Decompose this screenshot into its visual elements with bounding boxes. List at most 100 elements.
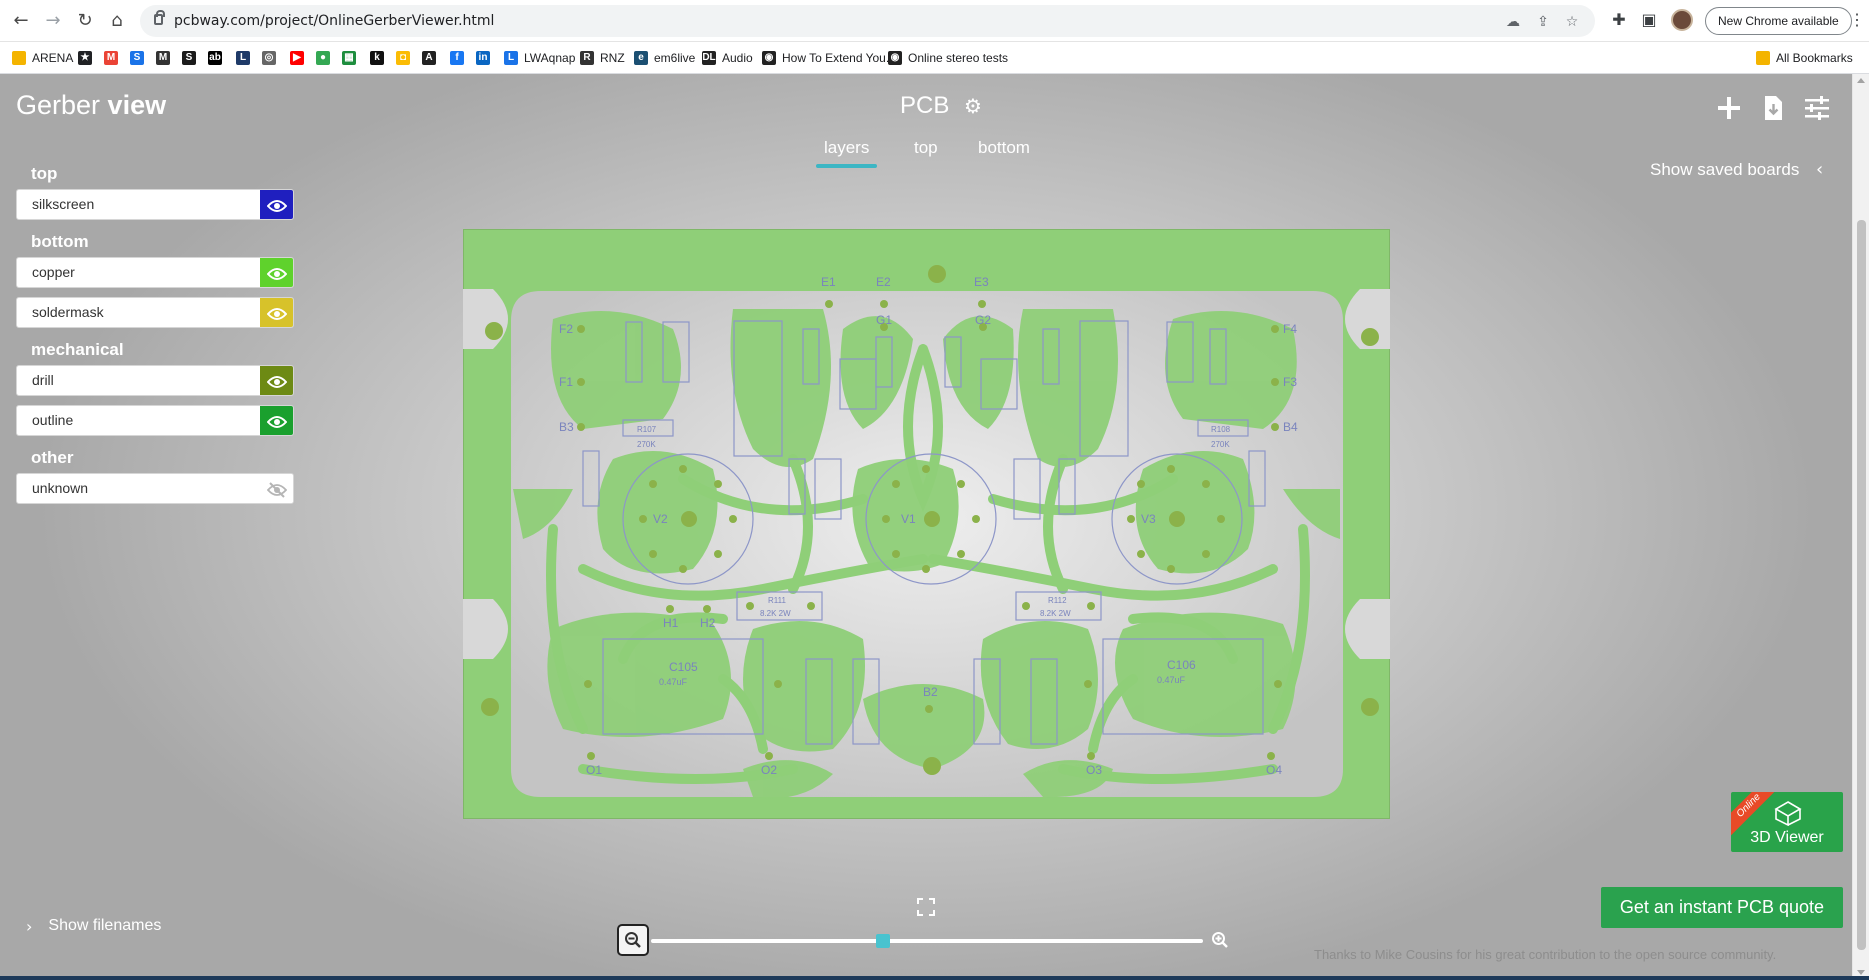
forward-arrow-icon[interactable]: → <box>40 8 66 34</box>
bookmark-item[interactable]: ◘ <box>396 49 410 67</box>
plus-icon[interactable] <box>1715 94 1743 122</box>
layer-name: copper <box>32 264 75 280</box>
layer-row-outline[interactable]: outline <box>16 405 294 436</box>
layer-row-silkscreen[interactable]: silkscreen <box>16 189 294 220</box>
bookmark-item[interactable]: ◉ How To Extend You... <box>762 49 896 67</box>
label-f4: F4 <box>1283 322 1297 336</box>
bookmark-item[interactable]: DL Audio <box>702 49 753 67</box>
bookmark-item[interactable]: ◎ <box>262 49 276 67</box>
zoom-slider-thumb[interactable] <box>876 934 890 948</box>
bookmark-item[interactable]: ▦ <box>342 49 356 67</box>
bookmark-item[interactable]: L <box>236 49 250 67</box>
bookmark-item[interactable]: S <box>182 49 196 67</box>
lock-icon <box>154 10 165 25</box>
bookmark-favicon-icon: S <box>130 51 144 65</box>
bookmark-item[interactable]: ◉ Online stereo tests <box>888 49 1008 67</box>
label-o3: O3 <box>1086 763 1102 777</box>
kebab-menu-icon[interactable]: ⋮ <box>1849 10 1865 32</box>
eye-icon[interactable] <box>260 366 293 395</box>
bookmark-label: How To Extend You... <box>782 51 896 65</box>
label-r107: R107 <box>637 425 657 434</box>
home-icon[interactable]: ⌂ <box>104 8 130 34</box>
bookmark-item[interactable]: ARENA <box>12 49 73 67</box>
bookmark-favicon-icon: ● <box>316 51 330 65</box>
show-filenames-toggle[interactable]: › Show filenames <box>26 914 161 938</box>
label-f1: F1 <box>559 375 573 389</box>
bookmark-item[interactable]: e em6live <box>634 49 695 67</box>
layer-group-bottom: bottom <box>31 232 89 251</box>
scrollbar-thumb[interactable] <box>1857 220 1866 950</box>
label-r111-value: 8.2K 2W <box>760 609 791 618</box>
eye-icon[interactable] <box>260 406 293 435</box>
zoom-in-button[interactable] <box>1209 929 1231 951</box>
eye-slash-icon[interactable] <box>260 474 293 503</box>
bookmark-favicon-icon: M <box>104 51 118 65</box>
bookmark-favicon-icon: in <box>476 51 490 65</box>
bookmark-item[interactable]: M <box>156 49 170 67</box>
zoom-out-icon <box>625 932 641 948</box>
download-file-icon[interactable] <box>1759 94 1787 122</box>
bookmark-item[interactable]: A <box>422 49 436 67</box>
instant-quote-button[interactable]: Get an instant PCB quote <box>1601 887 1843 928</box>
label-v3: V3 <box>1141 512 1156 526</box>
extensions-icon[interactable]: ✚ <box>1608 10 1630 32</box>
layer-group-top: top <box>31 164 58 183</box>
zoom-out-button[interactable] <box>617 924 649 956</box>
app-title: Gerber view <box>16 90 166 121</box>
all-bookmarks[interactable]: All Bookmarks <box>1756 49 1853 67</box>
chrome-update-button[interactable]: New Chrome available <box>1705 7 1852 35</box>
layer-row-unknown[interactable]: unknown <box>16 473 294 504</box>
url-text[interactable]: pcbway.com/project/OnlineGerberViewer.ht… <box>174 13 494 29</box>
download-cloud-icon[interactable]: ☁ <box>1504 13 1522 31</box>
show-saved-boards[interactable]: Show saved boards <box>1650 160 1799 180</box>
bookmark-favicon-icon: k <box>370 51 384 65</box>
eye-icon[interactable] <box>260 190 293 219</box>
tab-bottom[interactable]: bottom <box>978 138 1030 158</box>
gear-icon[interactable]: ⚙ <box>964 96 982 116</box>
pcb-render[interactable]: E1 E2 E3 G1 G2 F2 F1 B3 F4 F3 B4 V2 V1 V… <box>463 229 1390 819</box>
board-name[interactable]: PCB <box>900 92 949 120</box>
layer-row-soldermask[interactable]: soldermask <box>16 297 294 328</box>
back-arrow-icon[interactable]: ← <box>8 8 34 34</box>
star-icon[interactable]: ☆ <box>1563 13 1581 31</box>
bookmark-item[interactable]: ★ <box>78 49 92 67</box>
tab-top[interactable]: top <box>914 138 938 158</box>
page-scrollbar[interactable] <box>1852 74 1869 980</box>
bookmark-item[interactable]: k <box>370 49 384 67</box>
bookmark-item[interactable]: in <box>476 49 490 67</box>
side-panel-icon[interactable]: ▣ <box>1638 10 1660 32</box>
folder-icon <box>1756 51 1770 65</box>
taskbar-edge <box>0 976 1869 980</box>
eye-icon[interactable] <box>260 258 293 287</box>
label-v2: V2 <box>653 512 668 526</box>
scroll-up-arrow-icon[interactable] <box>1857 78 1865 83</box>
label-o4: O4 <box>1266 763 1282 777</box>
bookmark-item[interactable]: ▶ <box>290 49 304 67</box>
profile-avatar[interactable] <box>1671 9 1693 31</box>
chevron-left-icon[interactable]: ‹ <box>1816 159 1823 180</box>
address-bar[interactable]: pcbway.com/project/OnlineGerberViewer.ht… <box>140 5 1595 37</box>
layer-row-copper[interactable]: copper <box>16 257 294 288</box>
bookmark-item[interactable]: f <box>450 49 464 67</box>
bookmark-label: RNZ <box>600 51 625 65</box>
3d-viewer-button[interactable]: Online 3D Viewer <box>1731 792 1843 852</box>
bookmark-item[interactable]: M <box>104 49 118 67</box>
bookmark-item[interactable]: L LWAqnap <box>504 49 575 67</box>
tab-layers[interactable]: layers <box>815 138 878 168</box>
bookmark-item[interactable]: ab <box>208 49 222 67</box>
eye-icon[interactable] <box>260 298 293 327</box>
bookmark-favicon-icon: M <box>156 51 170 65</box>
bookmark-item[interactable]: ● <box>316 49 330 67</box>
bookmark-item[interactable]: R RNZ <box>580 49 625 67</box>
reload-icon[interactable]: ↻ <box>72 8 98 34</box>
scroll-down-arrow-icon[interactable] <box>1857 970 1865 975</box>
label-v1: V1 <box>901 512 916 526</box>
settings-sliders-icon[interactable] <box>1803 94 1831 122</box>
share-icon[interactable]: ⇪ <box>1534 13 1552 31</box>
layer-name: silkscreen <box>32 196 95 212</box>
zoom-slider[interactable] <box>651 934 1203 948</box>
fullscreen-icon[interactable] <box>917 898 935 916</box>
app-title-light: Gerber <box>16 90 108 120</box>
bookmark-item[interactable]: S <box>130 49 144 67</box>
layer-row-drill[interactable]: drill <box>16 365 294 396</box>
